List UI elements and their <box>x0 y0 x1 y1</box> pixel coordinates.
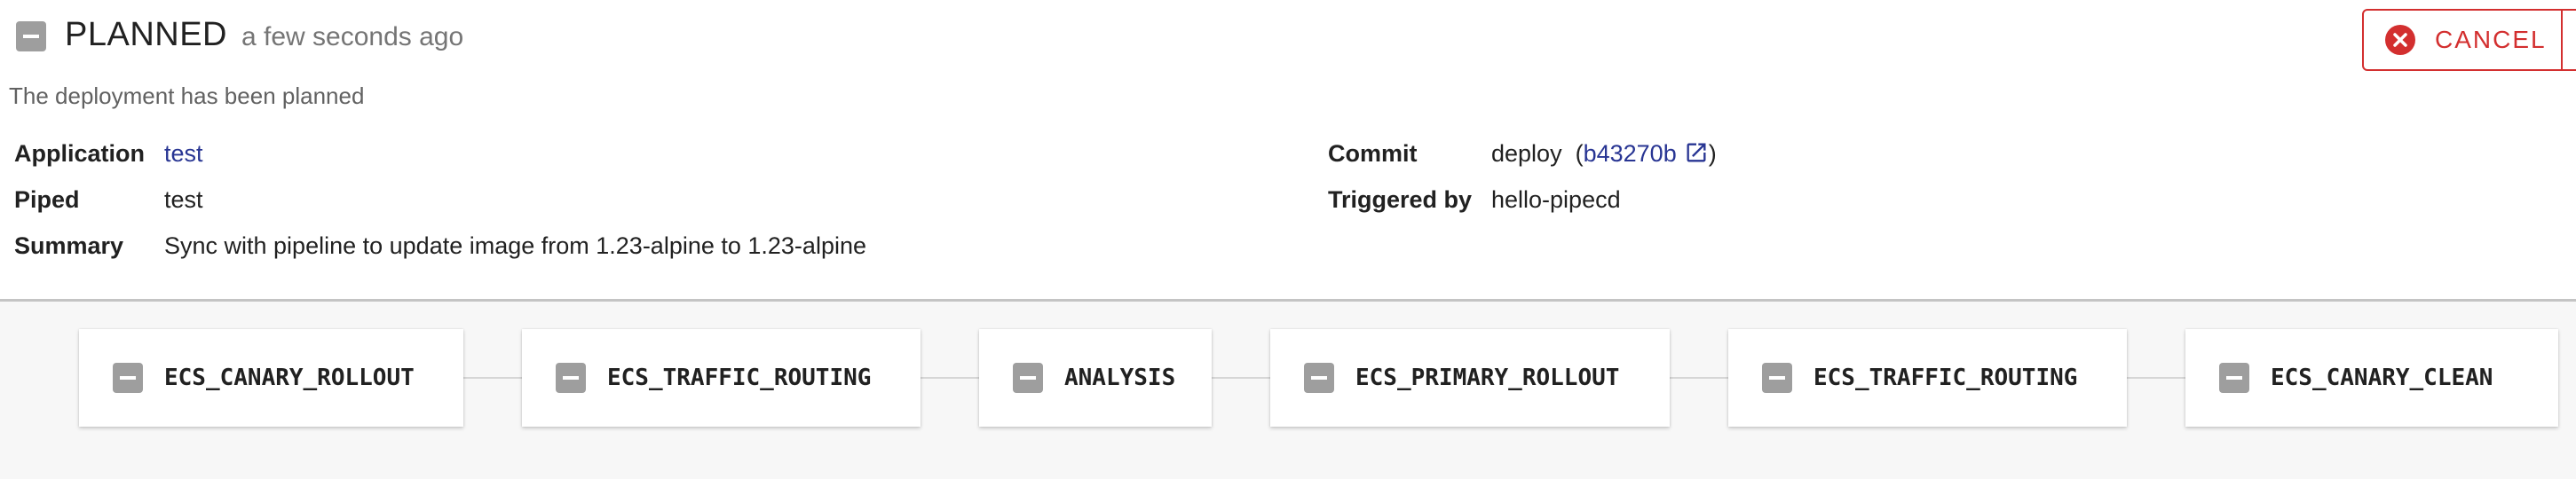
stage-not-started-icon <box>1762 363 1792 393</box>
stage-name: ECS_TRAFFIC_ROUTING <box>607 365 872 391</box>
summary-value: Sync with pipeline to update image from … <box>164 232 866 259</box>
stage-connector <box>921 377 979 379</box>
summary-label: Summary <box>14 232 124 259</box>
stage-not-started-icon <box>556 363 586 393</box>
pipeline-stage-analysis[interactable]: ANALYSIS <box>979 329 1212 427</box>
application-label: Application <box>14 140 145 167</box>
commit-message: deploy <box>1491 140 1562 167</box>
commit-value: deploy (b43270b) <box>1491 137 1717 173</box>
commit-open-paren: ( <box>1575 140 1584 167</box>
commit-close-paren: ) <box>1708 140 1717 167</box>
stage-not-started-icon <box>1304 363 1334 393</box>
commit-hash-link[interactable]: b43270b <box>1584 140 1709 167</box>
stage-name: ECS_CANARY_CLEAN <box>2271 365 2493 391</box>
stage-name: ECS_TRAFFIC_ROUTING <box>1813 365 2078 391</box>
stage-connector <box>463 377 522 379</box>
piped-label: Piped <box>14 186 80 213</box>
status-description: The deployment has been planned <box>9 82 365 109</box>
commit-hash: b43270b <box>1583 140 1677 167</box>
triggered-by-value: hello-pipecd <box>1491 186 1621 213</box>
triggered-by-label: Triggered by <box>1328 186 1473 213</box>
deployment-status-title: PLANNED <box>65 16 227 53</box>
planned-status-icon <box>16 21 46 51</box>
pipeline-stage-ecs-traffic-routing[interactable]: ECS_TRAFFIC_ROUTING <box>522 329 921 427</box>
status-timestamp: a few seconds ago <box>241 22 464 51</box>
application-link[interactable]: test <box>164 137 203 169</box>
stage-connector <box>1670 377 1728 379</box>
pipeline-stage-ecs-canary-rollout[interactable]: ECS_CANARY_ROLLOUT <box>79 329 463 427</box>
pipeline-stage-ecs-primary-rollout[interactable]: ECS_PRIMARY_ROLLOUT <box>1270 329 1670 427</box>
pipeline-stage-ecs-traffic-routing-2[interactable]: ECS_TRAFFIC_ROUTING <box>1728 329 2127 427</box>
piped-value: test <box>164 186 203 213</box>
stage-name: ECS_CANARY_ROLLOUT <box>164 365 415 391</box>
cancel-button[interactable]: CANCEL <box>2362 9 2576 71</box>
stage-name: ANALYSIS <box>1064 365 1176 391</box>
stage-not-started-icon <box>113 363 143 393</box>
cancel-circle-icon <box>2385 25 2415 55</box>
stage-connector <box>2127 377 2185 379</box>
cancel-button-label: CANCEL <box>2435 26 2547 53</box>
stage-not-started-icon <box>1013 363 1043 393</box>
pipeline-stage-ecs-canary-clean[interactable]: ECS_CANARY_CLEAN <box>2185 329 2558 427</box>
commit-label: Commit <box>1328 140 1418 167</box>
stage-connector <box>1212 377 1270 379</box>
button-group-divider <box>2561 9 2563 71</box>
open-in-new-icon <box>1684 140 1709 173</box>
stage-not-started-icon <box>2219 363 2249 393</box>
stage-name: ECS_PRIMARY_ROLLOUT <box>1355 365 1620 391</box>
